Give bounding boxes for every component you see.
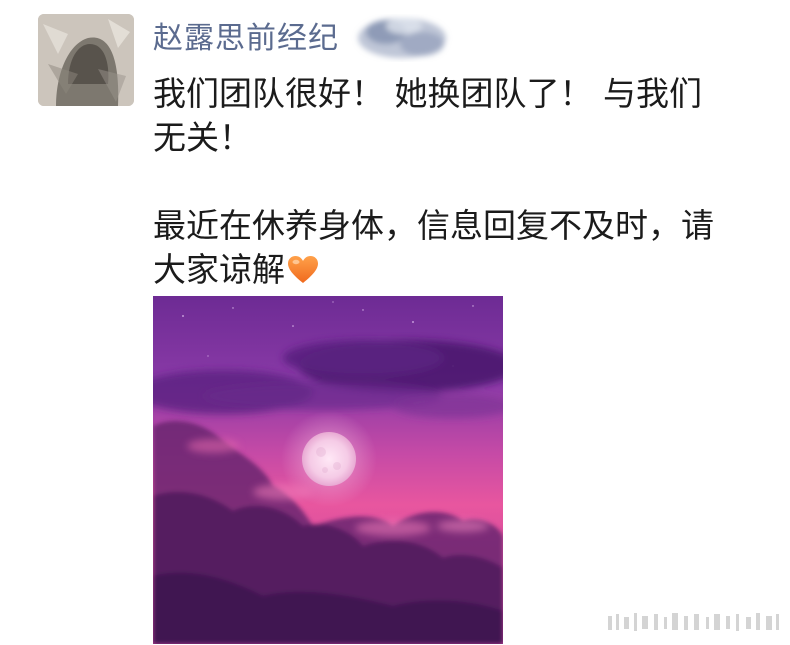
post-photo xyxy=(153,296,503,644)
orange-heart-emoji xyxy=(288,256,318,283)
post-text-line: 无关！ xyxy=(153,118,252,157)
post-text-line-with-emoji: 大家谅解 xyxy=(153,248,753,292)
moments-post: 赵露思前经纪 我们团队很好！ 她换团队了！ 与我们 无关！ 最近在休养身体，信息… xyxy=(0,0,790,645)
avatar[interactable] xyxy=(38,14,134,106)
avatar-image xyxy=(38,14,134,106)
post-text: 我们团队很好！ 她换团队了！ 与我们 无关！ 最近在休养身体，信息回复不及时，请… xyxy=(153,72,753,292)
faded-watermark xyxy=(608,613,779,631)
purple-sky-moon-image[interactable] xyxy=(153,296,503,644)
author-name[interactable]: 赵露思前经纪 xyxy=(153,20,339,58)
post-text-line: 最近在休养身体，信息回复不及时，请 xyxy=(153,206,714,245)
blurred-name-smudge xyxy=(358,18,446,58)
post-text-line: 大家谅解 xyxy=(153,250,285,289)
post-text-line: 我们团队很好！ 她换团队了！ 与我们 xyxy=(153,74,702,113)
